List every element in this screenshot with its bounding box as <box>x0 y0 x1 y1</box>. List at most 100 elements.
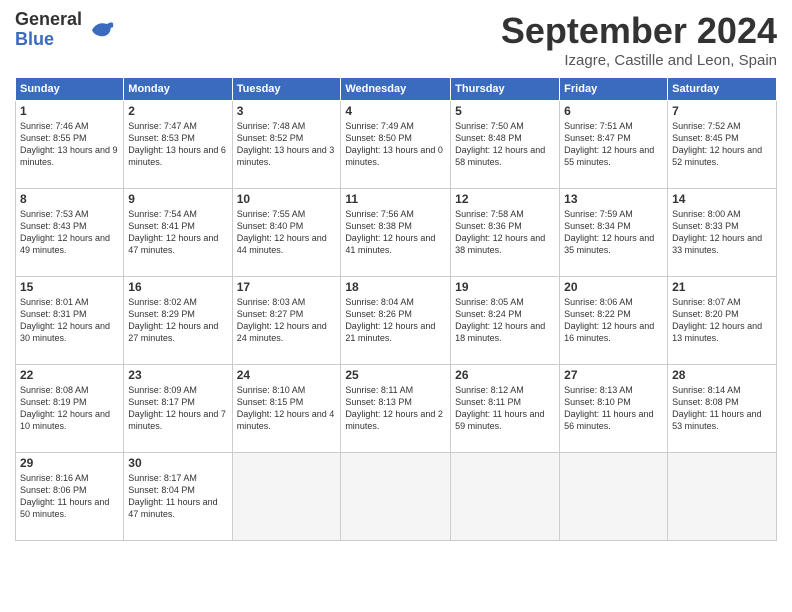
day-info: Sunrise: 8:07 AMSunset: 8:20 PMDaylight:… <box>672 296 772 345</box>
day-info: Sunrise: 7:49 AMSunset: 8:50 PMDaylight:… <box>345 120 446 169</box>
calendar-day-cell: 9 Sunrise: 7:54 AMSunset: 8:41 PMDaylight… <box>124 189 232 277</box>
month-title: September 2024 <box>501 10 777 52</box>
calendar-header-row: SundayMondayTuesdayWednesdayThursdayFrid… <box>16 78 777 101</box>
weekday-header: Tuesday <box>232 78 341 101</box>
calendar-day-cell: 19 Sunrise: 8:05 AMSunset: 8:24 PMDayligh… <box>451 277 560 365</box>
calendar-week-row: 22 Sunrise: 8:08 AMSunset: 8:19 PMDayligh… <box>16 365 777 453</box>
day-number: 21 <box>672 280 772 294</box>
day-info: Sunrise: 8:11 AMSunset: 8:13 PMDaylight:… <box>345 384 446 433</box>
day-info: Sunrise: 8:01 AMSunset: 8:31 PMDaylight:… <box>20 296 119 345</box>
calendar-day-cell: 16 Sunrise: 8:02 AMSunset: 8:29 PMDayligh… <box>124 277 232 365</box>
calendar-day-cell: 29Sunrise: 8:16 AMSunset: 8:06 PMDayligh… <box>16 453 124 541</box>
calendar-day-cell <box>668 453 777 541</box>
calendar-day-cell: 12 Sunrise: 7:58 AMSunset: 8:36 PMDayligh… <box>451 189 560 277</box>
day-number: 17 <box>237 280 337 294</box>
day-number: 14 <box>672 192 772 206</box>
day-number: 24 <box>237 368 337 382</box>
day-number: 11 <box>345 192 446 206</box>
calendar-day-cell: 8 Sunrise: 7:53 AMSunset: 8:43 PMDaylight… <box>16 189 124 277</box>
calendar-day-cell: 17 Sunrise: 8:03 AMSunset: 8:27 PMDayligh… <box>232 277 341 365</box>
day-info: Sunrise: 8:03 AMSunset: 8:27 PMDaylight:… <box>237 296 337 345</box>
weekday-header: Saturday <box>668 78 777 101</box>
location: Izagre, Castille and Leon, Spain <box>501 52 777 69</box>
day-info: Sunrise: 8:12 AMSunset: 8:11 PMDaylight:… <box>455 384 555 433</box>
calendar-day-cell: 4 Sunrise: 7:49 AMSunset: 8:50 PMDaylight… <box>341 101 451 189</box>
calendar-day-cell: 21 Sunrise: 8:07 AMSunset: 8:20 PMDayligh… <box>668 277 777 365</box>
day-number: 9 <box>128 192 227 206</box>
calendar-day-cell <box>341 453 451 541</box>
day-number: 10 <box>237 192 337 206</box>
day-number: 6 <box>564 104 663 118</box>
day-info: Sunrise: 7:48 AMSunset: 8:52 PMDaylight:… <box>237 120 337 169</box>
day-number: 23 <box>128 368 227 382</box>
calendar-day-cell <box>232 453 341 541</box>
day-number: 8 <box>20 192 119 206</box>
calendar-day-cell: 10 Sunrise: 7:55 AMSunset: 8:40 PMDayligh… <box>232 189 341 277</box>
title-block: September 2024 Izagre, Castille and Leon… <box>501 10 777 69</box>
day-number: 13 <box>564 192 663 206</box>
day-info: Sunrise: 7:55 AMSunset: 8:40 PMDaylight:… <box>237 208 337 257</box>
day-info: Sunrise: 8:14 AMSunset: 8:08 PMDaylight:… <box>672 384 772 433</box>
calendar-day-cell: 27Sunrise: 8:13 AMSunset: 8:10 PMDayligh… <box>560 365 668 453</box>
day-info: Sunrise: 7:54 AMSunset: 8:41 PMDaylight:… <box>128 208 227 257</box>
calendar-day-cell: 26 Sunrise: 8:12 AMSunset: 8:11 PMDayligh… <box>451 365 560 453</box>
calendar-week-row: 1 Sunrise: 7:46 AMSunset: 8:55 PMDaylight… <box>16 101 777 189</box>
day-info: Sunrise: 7:52 AMSunset: 8:45 PMDaylight:… <box>672 120 772 169</box>
day-info: Sunrise: 8:06 AMSunset: 8:22 PMDaylight:… <box>564 296 663 345</box>
calendar-day-cell: 2Sunrise: 7:47 AMSunset: 8:53 PMDaylight… <box>124 101 232 189</box>
day-info: Sunrise: 7:46 AMSunset: 8:55 PMDaylight:… <box>20 120 119 169</box>
calendar-week-row: 8 Sunrise: 7:53 AMSunset: 8:43 PMDaylight… <box>16 189 777 277</box>
day-info: Sunrise: 7:56 AMSunset: 8:38 PMDaylight:… <box>345 208 446 257</box>
day-info: Sunrise: 8:10 AMSunset: 8:15 PMDaylight:… <box>237 384 337 433</box>
day-number: 28 <box>672 368 772 382</box>
day-info: Sunrise: 7:59 AMSunset: 8:34 PMDaylight:… <box>564 208 663 257</box>
calendar-day-cell: 23 Sunrise: 8:09 AMSunset: 8:17 PMDayligh… <box>124 365 232 453</box>
day-number: 7 <box>672 104 772 118</box>
day-info: Sunrise: 7:51 AMSunset: 8:47 PMDaylight:… <box>564 120 663 169</box>
day-number: 3 <box>237 104 337 118</box>
day-info: Sunrise: 8:05 AMSunset: 8:24 PMDaylight:… <box>455 296 555 345</box>
weekday-header: Monday <box>124 78 232 101</box>
day-number: 5 <box>455 104 555 118</box>
day-info: Sunrise: 8:04 AMSunset: 8:26 PMDaylight:… <box>345 296 446 345</box>
day-number: 1 <box>20 104 119 118</box>
calendar-page: General Blue September 2024 Izagre, Cast… <box>0 0 792 612</box>
calendar-day-cell <box>560 453 668 541</box>
day-number: 20 <box>564 280 663 294</box>
day-number: 16 <box>128 280 227 294</box>
weekday-header: Sunday <box>16 78 124 101</box>
day-info: Sunrise: 7:58 AMSunset: 8:36 PMDaylight:… <box>455 208 555 257</box>
day-info: Sunrise: 8:16 AMSunset: 8:06 PMDaylight:… <box>20 472 119 521</box>
calendar-day-cell: 3 Sunrise: 7:48 AMSunset: 8:52 PMDaylight… <box>232 101 341 189</box>
calendar-day-cell: 25 Sunrise: 8:11 AMSunset: 8:13 PMDayligh… <box>341 365 451 453</box>
calendar-day-cell: 7 Sunrise: 7:52 AMSunset: 8:45 PMDaylight… <box>668 101 777 189</box>
calendar-day-cell: 5Sunrise: 7:50 AMSunset: 8:48 PMDaylight… <box>451 101 560 189</box>
day-number: 15 <box>20 280 119 294</box>
day-number: 25 <box>345 368 446 382</box>
calendar-body: 1 Sunrise: 7:46 AMSunset: 8:55 PMDaylight… <box>16 101 777 541</box>
calendar-day-cell: 20 Sunrise: 8:06 AMSunset: 8:22 PMDayligh… <box>560 277 668 365</box>
day-number: 4 <box>345 104 446 118</box>
day-number: 22 <box>20 368 119 382</box>
logo-line2: Blue <box>15 30 82 50</box>
day-info: Sunrise: 8:02 AMSunset: 8:29 PMDaylight:… <box>128 296 227 345</box>
weekday-header: Thursday <box>451 78 560 101</box>
header: General Blue September 2024 Izagre, Cast… <box>15 10 777 69</box>
day-number: 12 <box>455 192 555 206</box>
calendar-day-cell: 30Sunrise: 8:17 AMSunset: 8:04 PMDayligh… <box>124 453 232 541</box>
calendar-day-cell <box>451 453 560 541</box>
calendar-day-cell: 28 Sunrise: 8:14 AMSunset: 8:08 PMDayligh… <box>668 365 777 453</box>
calendar-week-row: 15 Sunrise: 8:01 AMSunset: 8:31 PMDayligh… <box>16 277 777 365</box>
calendar-table: SundayMondayTuesdayWednesdayThursdayFrid… <box>15 77 777 541</box>
logo: General Blue <box>15 10 116 50</box>
logo-line1: General <box>15 10 82 30</box>
day-info: Sunrise: 7:53 AMSunset: 8:43 PMDaylight:… <box>20 208 119 257</box>
calendar-day-cell: 18 Sunrise: 8:04 AMSunset: 8:26 PMDayligh… <box>341 277 451 365</box>
day-info: Sunrise: 8:08 AMSunset: 8:19 PMDaylight:… <box>20 384 119 433</box>
day-info: Sunrise: 8:09 AMSunset: 8:17 PMDaylight:… <box>128 384 227 433</box>
day-number: 18 <box>345 280 446 294</box>
calendar-day-cell: 6 Sunrise: 7:51 AMSunset: 8:47 PMDaylight… <box>560 101 668 189</box>
day-number: 19 <box>455 280 555 294</box>
day-info: Sunrise: 8:00 AMSunset: 8:33 PMDaylight:… <box>672 208 772 257</box>
day-number: 26 <box>455 368 555 382</box>
